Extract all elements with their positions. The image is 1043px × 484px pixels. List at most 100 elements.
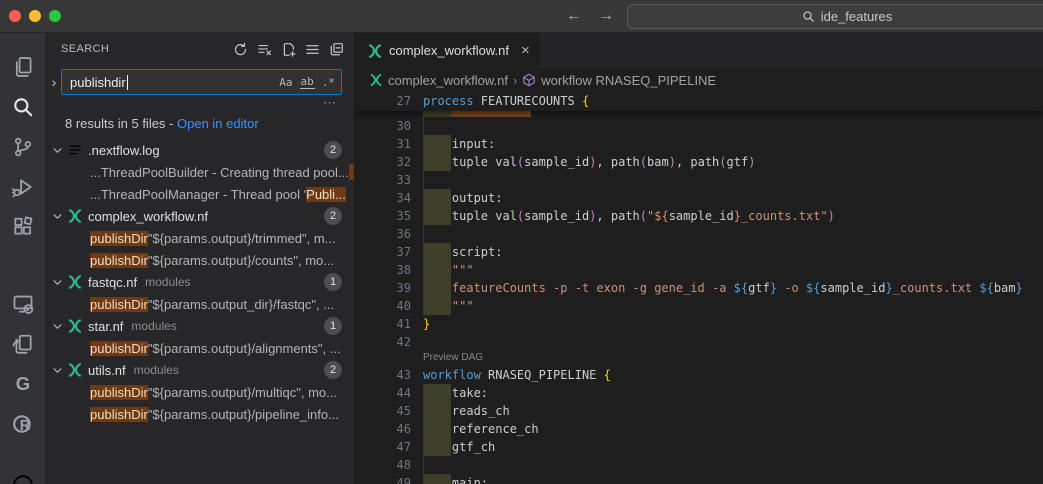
code-line[interactable]: 40 """ <box>355 297 1043 315</box>
new-search-editor-icon[interactable] <box>281 42 296 57</box>
command-center-search[interactable]: ide_features <box>627 4 1043 29</box>
chevron-down-icon[interactable] <box>49 277 65 288</box>
gitlens-icon[interactable]: G <box>0 364 45 404</box>
code-line[interactable]: 44 take: <box>355 384 1043 402</box>
toggle-replace-chevron-icon[interactable]: › <box>47 74 61 90</box>
match-count-badge: 2 <box>324 361 342 379</box>
match-count-badge: 2 <box>324 207 342 225</box>
close-window-button[interactable] <box>9 10 21 22</box>
code-line[interactable]: 49 main: <box>355 474 1043 484</box>
panel-actions <box>233 42 344 57</box>
match-result-row[interactable]: ...ThreadPoolBuilder - Creating thread p… <box>45 161 354 183</box>
whole-word-toggle[interactable]: ab <box>300 75 315 89</box>
match-result-row[interactable]: publishDir "${params.output_dir}/fastqc"… <box>45 293 354 315</box>
open-in-editor-link[interactable]: Open in editor <box>177 116 259 131</box>
match-result-row[interactable]: publishDir "${params.output}/multiqc", m… <box>45 381 354 403</box>
nextflow-file-icon <box>67 274 83 290</box>
line-number: 45 <box>355 402 423 420</box>
code-line[interactable]: 37 script: <box>355 243 1043 261</box>
code-line[interactable]: 35 tuple val(sample_id), path("${sample_… <box>355 207 1043 225</box>
search-input[interactable]: publishdir Aa ab .* <box>61 69 342 95</box>
chevron-down-icon[interactable] <box>49 211 65 222</box>
view-as-list-icon[interactable] <box>305 42 320 57</box>
codelens-preview-dag[interactable]: Preview DAG <box>355 351 1043 366</box>
source-control-icon[interactable] <box>0 127 45 167</box>
references-icon[interactable] <box>0 324 45 364</box>
more-search-options[interactable]: ⋯ <box>323 96 338 110</box>
line-number: 42 <box>355 333 423 351</box>
symbol-module-icon <box>522 73 536 87</box>
match-case-toggle[interactable]: Aa <box>279 76 292 89</box>
account-icon[interactable] <box>12 470 34 484</box>
tab-complex-workflow[interactable]: complex_workflow.nf × <box>355 33 541 68</box>
code-line[interactable]: 39 featureCounts -p -t exon -g gene_id -… <box>355 279 1043 297</box>
file-result-row[interactable]: .nextflow.log2 <box>45 139 354 161</box>
editor-group: complex_workflow.nf × complex_workflow.n… <box>355 33 1043 484</box>
line-number: 43 <box>355 366 423 384</box>
line-number: 32 <box>355 153 423 171</box>
file-path: modules <box>145 275 190 289</box>
code-line[interactable]: 41} <box>355 315 1043 333</box>
search-results-tree: .nextflow.log2...ThreadPoolBuilder - Cre… <box>45 139 354 484</box>
line-number: 37 <box>355 243 423 261</box>
nextflow-file-icon <box>67 318 83 334</box>
code-line[interactable]: 46 reference_ch <box>355 420 1043 438</box>
match-result-row[interactable]: publishDir "${params.output}/alignments"… <box>45 337 354 359</box>
code-line[interactable]: 34 output: <box>355 189 1043 207</box>
code-line[interactable]: 36 <box>355 225 1043 243</box>
extensions-icon[interactable] <box>0 207 45 247</box>
forward-button[interactable]: → <box>598 7 614 25</box>
file-result-row[interactable]: complex_workflow.nf2 <box>45 205 354 227</box>
refresh-icon[interactable] <box>233 42 248 57</box>
code-line[interactable]: 43workflow RNASEQ_PIPELINE { <box>355 366 1043 384</box>
code-line[interactable]: 42 <box>355 333 1043 351</box>
log-file-icon <box>67 142 83 158</box>
code-line[interactable]: 38 """ <box>355 261 1043 279</box>
line-number: 39 <box>355 279 423 297</box>
close-tab-icon[interactable]: × <box>521 42 530 59</box>
match-result-row[interactable]: publishDir "${params.output}/trimmed", m… <box>45 227 354 249</box>
line-number: 40 <box>355 297 423 315</box>
match-result-row[interactable]: publishDir "${params.output}/pipeline_in… <box>45 403 354 425</box>
file-result-row[interactable]: utils.nfmodules2 <box>45 359 354 381</box>
regex-toggle[interactable]: .* <box>322 76 335 89</box>
code-line[interactable]: 45 reads_ch <box>355 402 1043 420</box>
code-editor[interactable]: 27process FEATURECOUNTS { 3031 input:32 … <box>355 92 1043 484</box>
match-result-row[interactable]: publishDir "${params.output}/counts", mo… <box>45 249 354 271</box>
breadcrumb-symbol[interactable]: workflow RNASEQ_PIPELINE <box>541 73 716 88</box>
breadcrumb-file[interactable]: complex_workflow.nf <box>388 73 508 88</box>
file-result-row[interactable]: star.nfmodules1 <box>45 315 354 337</box>
r-language-icon[interactable]: R <box>0 404 45 444</box>
tab-label: complex_workflow.nf <box>389 43 509 58</box>
clear-results-icon[interactable] <box>257 42 272 57</box>
chevron-down-icon[interactable] <box>49 145 65 156</box>
search-icon[interactable] <box>0 87 45 127</box>
code-line[interactable]: 31 input: <box>355 135 1043 153</box>
line-number: 49 <box>355 474 423 484</box>
chevron-down-icon[interactable] <box>49 365 65 376</box>
match-result-row[interactable]: ...ThreadPoolManager - Thread pool 'Publ… <box>45 183 354 205</box>
back-button[interactable]: ← <box>566 7 582 25</box>
ide-window: ← → ide_features GR SEARCH › publishdir … <box>0 0 1043 484</box>
minimize-window-button[interactable] <box>29 10 41 22</box>
code-line[interactable]: 47 gtf_ch <box>355 438 1043 456</box>
file-path: modules <box>131 319 176 333</box>
file-result-row[interactable]: fastqc.nfmodules1 <box>45 271 354 293</box>
line-number: 38 <box>355 261 423 279</box>
code-line[interactable]: 30 <box>355 117 1043 135</box>
code-line[interactable]: 48 <box>355 456 1043 474</box>
code-line[interactable]: 32 tuple val(sample_id), path(bam), path… <box>355 153 1043 171</box>
file-name: star.nf <box>88 319 123 334</box>
code-line[interactable]: 33 <box>355 171 1043 189</box>
run-debug-icon[interactable] <box>0 167 45 207</box>
search-icon <box>802 10 815 23</box>
sticky-scroll-line[interactable]: 27process FEATURECOUNTS { <box>355 92 1043 111</box>
collapse-all-icon[interactable] <box>329 42 344 57</box>
search-query: publishdir <box>70 75 126 90</box>
zoom-window-button[interactable] <box>49 10 61 22</box>
match-highlight: Publi... <box>306 187 346 202</box>
explorer-icon[interactable] <box>0 47 45 87</box>
line-number: 33 <box>355 171 423 189</box>
chevron-down-icon[interactable] <box>49 321 65 332</box>
remote-explorer-icon[interactable] <box>0 284 45 324</box>
